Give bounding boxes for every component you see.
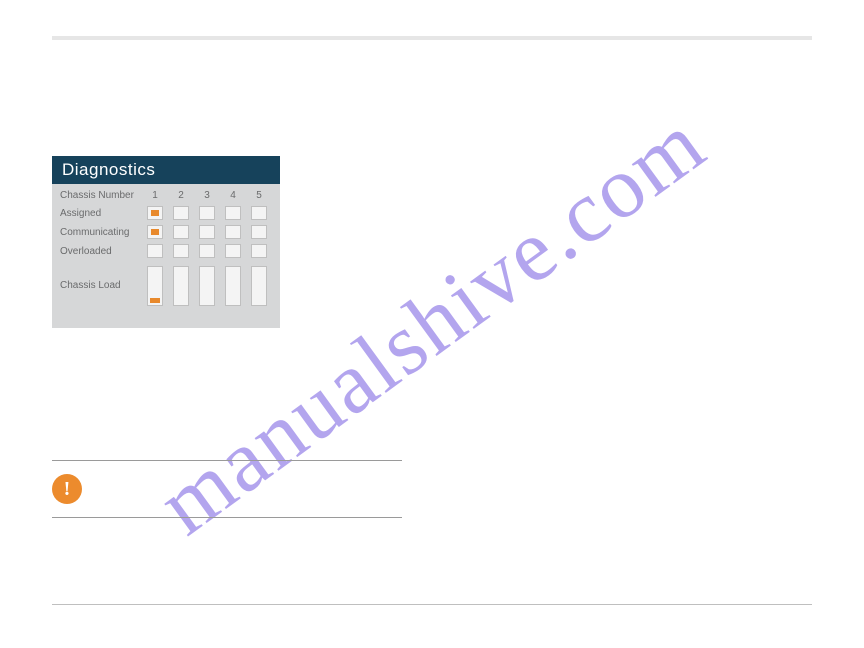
callout-body: ! bbox=[52, 461, 402, 517]
diag-column-header: 4 bbox=[222, 190, 244, 201]
diag-indicator bbox=[199, 225, 215, 239]
diag-load-label: Chassis Load bbox=[60, 280, 140, 291]
diag-indicator bbox=[173, 244, 189, 258]
diag-column-header: 5 bbox=[248, 190, 270, 201]
diag-indicator bbox=[225, 225, 241, 239]
diag-column-header: 1 bbox=[144, 190, 166, 201]
important-callout: ! bbox=[52, 460, 402, 518]
diag-indicator bbox=[251, 244, 267, 258]
diag-indicator bbox=[225, 244, 241, 258]
diag-row-label: Communicating bbox=[60, 227, 140, 238]
diag-indicator bbox=[199, 206, 215, 220]
callout-rule-bottom bbox=[52, 517, 402, 518]
exclamation-icon: ! bbox=[52, 474, 82, 504]
diag-load-bar bbox=[173, 266, 189, 306]
diag-indicator bbox=[199, 244, 215, 258]
diag-column-header: 3 bbox=[196, 190, 218, 201]
bottom-rule bbox=[52, 604, 812, 605]
top-rule bbox=[52, 36, 812, 40]
diagnostics-title: Diagnostics bbox=[52, 156, 280, 184]
diag-row-label: Assigned bbox=[60, 208, 140, 219]
diag-load-bar bbox=[147, 266, 163, 306]
diag-indicator bbox=[147, 244, 163, 258]
diagnostics-grid: Chassis Number 12345 Assigned Communicating… bbox=[60, 190, 272, 258]
diag-header-label: Chassis Number bbox=[60, 190, 140, 201]
diag-column-header: 2 bbox=[170, 190, 192, 201]
diag-indicator bbox=[147, 206, 163, 220]
diag-indicator bbox=[225, 206, 241, 220]
diag-indicator bbox=[173, 206, 189, 220]
diag-indicator bbox=[147, 225, 163, 239]
diagnostics-load-row: Chassis Load bbox=[60, 264, 272, 306]
diag-indicator bbox=[251, 225, 267, 239]
diag-indicator bbox=[251, 206, 267, 220]
diag-row-label: Overloaded bbox=[60, 246, 140, 257]
diag-load-bar bbox=[199, 266, 215, 306]
diagnostics-panel: Diagnostics Chassis Number12345AssignedC… bbox=[52, 156, 280, 328]
diag-load-bar bbox=[225, 266, 241, 306]
page: manualshive.com Diagnostics Chassis Numb… bbox=[0, 0, 864, 648]
diag-indicator bbox=[173, 225, 189, 239]
diag-load-bar bbox=[251, 266, 267, 306]
diagnostics-body: Chassis Number 12345 Assigned Communicating… bbox=[52, 184, 280, 312]
diag-load-fill bbox=[150, 298, 160, 303]
